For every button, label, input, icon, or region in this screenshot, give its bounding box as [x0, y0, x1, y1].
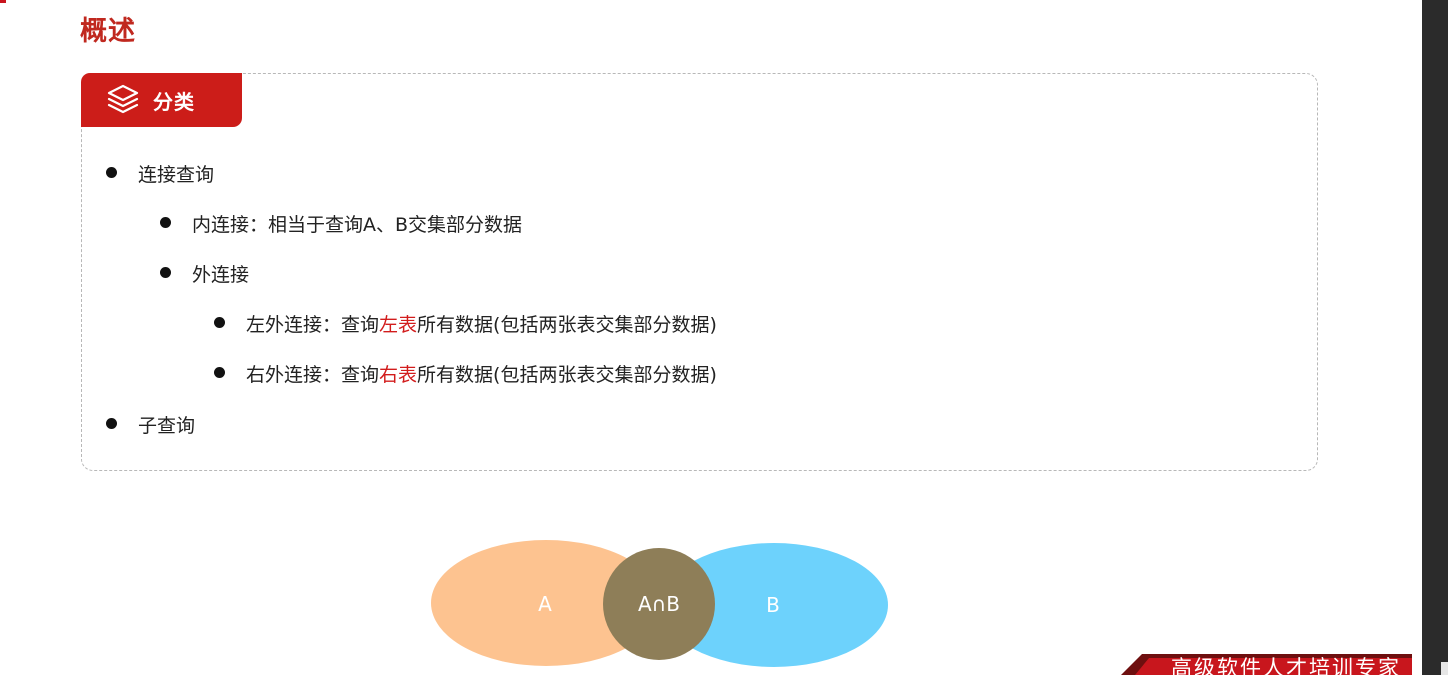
item-join-query: 连接查询 [138, 164, 215, 186]
bullet-dot [106, 418, 117, 429]
bullet-dot [214, 367, 225, 378]
label-a: A [538, 592, 552, 616]
item-subquery: 子查询 [138, 415, 196, 437]
right-outer-suffix: 所有数据(包括两张表交集部分数据) [417, 364, 717, 386]
right-table-highlight: 右表 [379, 364, 418, 386]
venn-diagram: A A∩B B [431, 540, 888, 667]
left-table-highlight: 左表 [379, 314, 418, 336]
scroll-nub [1441, 662, 1448, 675]
tag-label: 分类 [153, 89, 195, 114]
layers-icon [107, 84, 139, 114]
bullet-dot [106, 167, 117, 178]
bullet-dot [160, 217, 171, 228]
footer-banner: 高级软件人才培训专家 [1121, 654, 1422, 675]
bullet-dot [160, 267, 171, 278]
corner-mark [0, 0, 6, 3]
footer-slogan: 高级软件人才培训专家 [1171, 656, 1401, 675]
item-right-outer-join: 右外连接：查询右表所有数据(包括两张表交集部分数据) [246, 360, 717, 387]
left-outer-prefix: 左外连接：查询 [246, 314, 380, 336]
category-tag: 分类 [81, 73, 242, 127]
item-outer-join: 外连接 [192, 264, 250, 286]
label-intersection: A∩B [638, 592, 680, 616]
right-outer-prefix: 右外连接：查询 [246, 364, 380, 386]
slide: 概述 分类 连接查询 内连接：相当于查询A、B交集部分数据 外连接 左外连接：查… [0, 0, 1422, 675]
content-card [81, 73, 1318, 471]
label-b: B [766, 593, 780, 617]
bullet-dot [214, 317, 225, 328]
item-inner-join: 内连接：相当于查询A、B交集部分数据 [192, 214, 523, 236]
window-edge [1422, 0, 1448, 675]
left-outer-suffix: 所有数据(包括两张表交集部分数据) [417, 314, 717, 336]
page-title: 概述 [80, 16, 136, 47]
item-left-outer-join: 左外连接：查询左表所有数据(包括两张表交集部分数据) [246, 310, 717, 337]
